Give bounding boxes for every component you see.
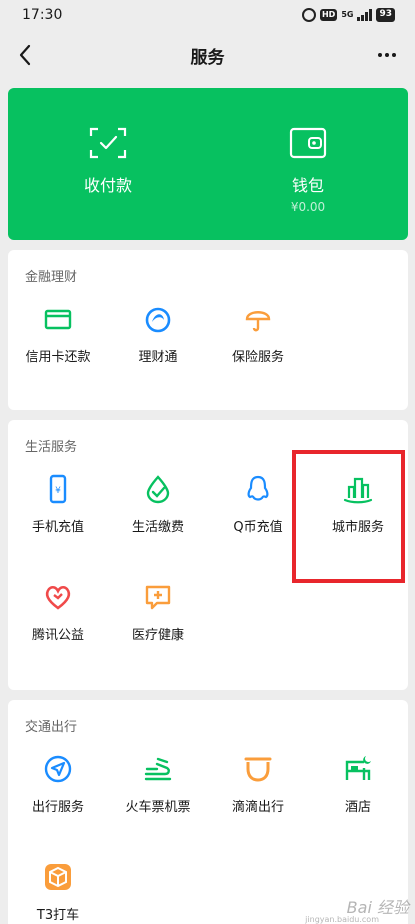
phone-icon: ¥ xyxy=(49,474,67,504)
service-travel[interactable]: 出行服务 xyxy=(8,738,108,846)
umbrella-icon xyxy=(245,311,271,332)
t3-icon xyxy=(45,864,71,890)
pay-receive-button[interactable]: 收付款 xyxy=(8,88,208,240)
section-travel: 交通出行 出行服务 火车票机票 滴滴出行 酒店 T3打车 xyxy=(8,700,408,924)
svg-text:¥: ¥ xyxy=(55,486,61,496)
service-label: 理财通 xyxy=(138,350,178,365)
wealth-icon xyxy=(145,307,171,333)
service-didi[interactable]: 滴滴出行 xyxy=(208,738,308,846)
chevron-left-icon xyxy=(19,44,31,66)
section-title: 金融理财 xyxy=(25,270,78,285)
service-medical[interactable]: 医疗健康 xyxy=(108,566,208,674)
wallet-label: 钱包 xyxy=(291,176,324,195)
navigation-icon xyxy=(44,755,72,783)
service-label: 腾讯公益 xyxy=(31,628,84,643)
service-label: 生活缴费 xyxy=(131,520,184,535)
more-button[interactable] xyxy=(373,42,401,68)
status-bar: 17:30 HD 5G 93 xyxy=(0,0,415,30)
service-utility-bills[interactable]: 生活缴费 xyxy=(108,458,208,566)
service-phone-recharge[interactable]: ¥ 手机充值 xyxy=(8,458,108,566)
wallet-card: 收付款 钱包 ¥0.00 xyxy=(8,88,408,240)
bill-icon xyxy=(146,475,170,504)
service-label: 手机充值 xyxy=(31,520,84,535)
alarm-icon xyxy=(301,8,316,22)
pay-label: 收付款 xyxy=(83,176,132,195)
service-charity[interactable]: 腾讯公益 xyxy=(8,566,108,674)
service-hotel[interactable]: 酒店 xyxy=(308,738,408,846)
watermark-url: jingyan.baidu.com xyxy=(305,915,379,924)
service-credit-card[interactable]: 信用卡还款 xyxy=(8,288,108,396)
service-t3[interactable]: T3打车 xyxy=(8,846,108,924)
service-label: 保险服务 xyxy=(231,350,284,365)
hd-icon: HD xyxy=(319,9,338,21)
section-title: 交通出行 xyxy=(25,720,78,735)
wallet-icon xyxy=(289,127,327,159)
status-icons: HD 5G 93 xyxy=(301,8,395,22)
train-icon xyxy=(144,757,172,781)
status-time: 17:30 xyxy=(22,7,63,23)
more-dot-icon xyxy=(392,53,396,57)
battery-indicator: 93 xyxy=(376,8,395,22)
service-label: 滴滴出行 xyxy=(231,800,284,815)
page-title: 服务 xyxy=(190,47,225,68)
more-dot-icon xyxy=(378,53,382,57)
service-train-flight[interactable]: 火车票机票 xyxy=(108,738,208,846)
didi-icon xyxy=(244,757,272,782)
service-wealth[interactable]: 理财通 xyxy=(108,288,208,396)
scan-check-icon xyxy=(89,127,127,159)
service-label: 酒店 xyxy=(344,800,371,815)
signal-icon xyxy=(357,9,373,21)
service-label: T3打车 xyxy=(36,908,80,923)
heart-icon xyxy=(45,585,71,610)
service-label: 出行服务 xyxy=(31,800,84,815)
credit-card-icon xyxy=(44,309,72,330)
more-dot-icon xyxy=(385,53,389,57)
wallet-button[interactable]: 钱包 ¥0.00 xyxy=(208,88,408,240)
service-insurance[interactable]: 保险服务 xyxy=(208,288,308,396)
section-finance: 金融理财 信用卡还款 理财通 保险服务 xyxy=(8,250,408,410)
hotel-icon xyxy=(345,756,371,780)
service-label: Q币充值 xyxy=(233,520,283,535)
network-label: 5G xyxy=(341,10,354,19)
highlight-box xyxy=(292,450,405,583)
penguin-icon xyxy=(247,475,269,501)
wallet-balance: ¥0.00 xyxy=(290,200,326,214)
service-label: 火车票机票 xyxy=(125,800,191,815)
nav-bar: 服务 xyxy=(0,30,415,80)
back-button[interactable] xyxy=(12,42,38,68)
service-label: 医疗健康 xyxy=(131,628,184,643)
service-label: 信用卡还款 xyxy=(25,350,91,365)
medical-icon xyxy=(145,585,171,610)
